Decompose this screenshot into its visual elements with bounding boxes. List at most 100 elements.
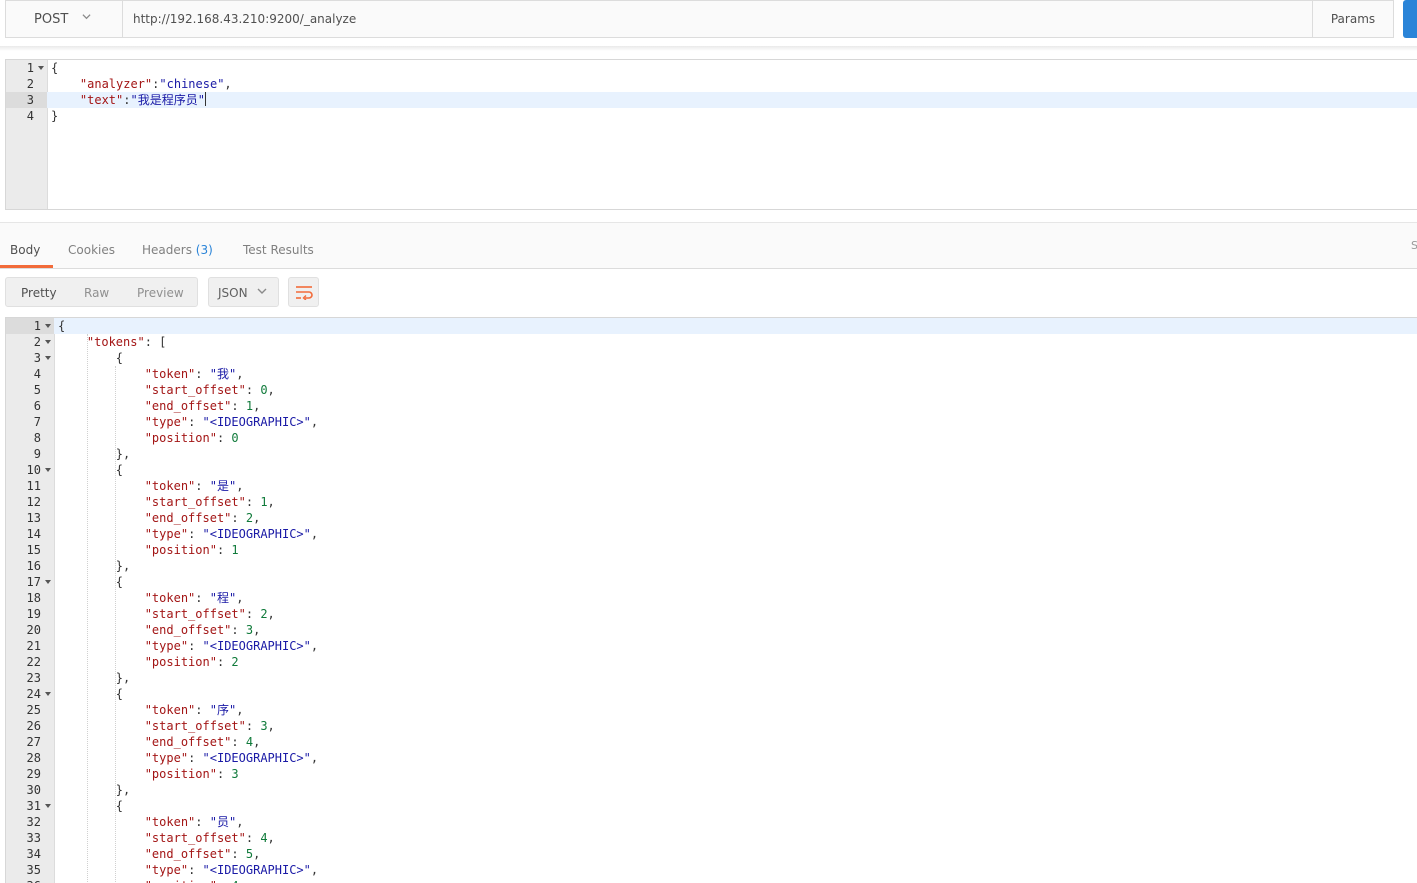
code-token: :: [123, 93, 131, 107]
code-token: :: [231, 623, 246, 637]
line-number: 24: [26, 687, 41, 701]
params-button[interactable]: Params: [1312, 1, 1393, 37]
code-token: },: [58, 671, 131, 685]
line-number: 3: [26, 93, 34, 107]
code-token: "position": [144, 543, 217, 557]
code-token: },: [58, 447, 131, 461]
code-token: :: [188, 863, 203, 877]
code-token: "start_offset": [144, 383, 246, 397]
request-bar: POST http://192.168.43.210:9200/_analyze…: [5, 0, 1394, 38]
code-line: {: [58, 350, 123, 366]
code-line: }: [51, 108, 58, 124]
code-token: "start_offset": [144, 719, 246, 733]
fold-arrow-icon[interactable]: [45, 340, 51, 344]
code-token: 5: [245, 847, 254, 861]
url-input[interactable]: http://192.168.43.210:9200/_analyze: [133, 12, 356, 26]
code-token: 4: [260, 831, 268, 845]
view-preview-button[interactable]: Preview: [137, 286, 184, 300]
response-tabs: Body Cookies Headers (3) Test Results S: [0, 222, 1417, 269]
line-number: 35: [26, 863, 41, 877]
code-token: "token": [144, 703, 196, 717]
code-line: "start_offset": 1,: [58, 494, 275, 510]
view-raw-button[interactable]: Raw: [84, 286, 109, 300]
fold-arrow-icon[interactable]: [45, 356, 51, 360]
code-line: "type": "<IDEOGRAPHIC>",: [58, 526, 318, 542]
code-line: "end_offset": 2,: [58, 510, 261, 526]
code-token: 2: [245, 511, 254, 525]
code-line: {: [58, 462, 123, 478]
code-token: {: [58, 575, 124, 589]
code-line: "token": "我",: [58, 366, 244, 382]
code-token: {: [58, 463, 124, 477]
code-token: ,: [267, 831, 275, 845]
line-number: 12: [26, 495, 41, 509]
code-token: "序": [209, 703, 237, 717]
code-token: ,: [267, 607, 275, 621]
code-token: "text": [79, 93, 124, 107]
tab-cookies[interactable]: Cookies: [68, 243, 115, 257]
code-token: ,: [236, 591, 244, 605]
code-token: ,: [236, 815, 244, 829]
code-token: :: [188, 527, 203, 541]
fold-arrow-icon[interactable]: [45, 692, 51, 696]
code-token: "position": [145, 879, 217, 883]
tab-label: Cookies: [68, 243, 115, 257]
fold-arrow-icon[interactable]: [45, 468, 51, 472]
code-token: {: [58, 799, 124, 813]
line-number: 5: [33, 383, 41, 397]
response-body-editor[interactable]: 1{2 "tokens": [3 {4 "token": "我", 5 "star…: [5, 317, 1417, 883]
code-line: "type": "<IDEOGRAPHIC>",: [58, 414, 318, 430]
line-number: 6: [33, 399, 41, 413]
code-token: 3: [245, 623, 254, 637]
tab-body[interactable]: Body: [10, 243, 40, 257]
code-token: "<IDEOGRAPHIC>": [202, 415, 311, 429]
fold-arrow-icon[interactable]: [45, 324, 51, 328]
code-token: "token": [144, 815, 196, 829]
code-token: 1: [231, 543, 239, 557]
code-line: "token": "是",: [58, 478, 244, 494]
wrap-lines-button[interactable]: [288, 277, 319, 307]
code-token: :: [245, 383, 261, 397]
tab-label: Test Results: [243, 243, 314, 257]
view-mode-group: Pretty Raw Preview: [5, 277, 198, 307]
fold-arrow-icon[interactable]: [45, 580, 51, 584]
code-line: },: [58, 446, 130, 462]
code-token: :: [195, 703, 210, 717]
code-token: "type": [144, 863, 189, 877]
fold-arrow-icon[interactable]: [38, 66, 44, 70]
code-token: :: [231, 399, 246, 413]
send-button[interactable]: [1403, 0, 1417, 38]
wrap-lines-icon: [296, 286, 313, 300]
line-number: 22: [26, 655, 41, 669]
line-number: 8: [33, 431, 41, 445]
code-token: 2: [231, 655, 239, 669]
tab-test-results[interactable]: Test Results: [243, 243, 314, 257]
format-select[interactable]: JSON: [208, 277, 279, 307]
view-pretty-button[interactable]: Pretty: [21, 286, 57, 300]
line-number: 2: [33, 335, 41, 349]
code-token: ,: [236, 703, 244, 717]
request-body-editor[interactable]: 1{2 "analyzer":"chinese", 3 "text":"我是程序员…: [5, 59, 1417, 210]
code-token: "end_offset": [144, 735, 232, 749]
line-number: 16: [26, 559, 41, 573]
code-token: 1: [260, 495, 268, 509]
method-select[interactable]: POST: [6, 1, 123, 37]
code-line: "end_offset": 3,: [58, 622, 261, 638]
line-number: 1: [33, 319, 41, 333]
tab-headers[interactable]: Headers (3): [142, 243, 213, 257]
code-token: "start_offset": [144, 495, 246, 509]
fold-arrow-icon[interactable]: [45, 804, 51, 808]
headers-count-badge: (3): [195, 243, 213, 257]
code-token: :: [217, 879, 231, 883]
code-line: },: [58, 670, 130, 686]
code-token: ,: [310, 751, 319, 765]
